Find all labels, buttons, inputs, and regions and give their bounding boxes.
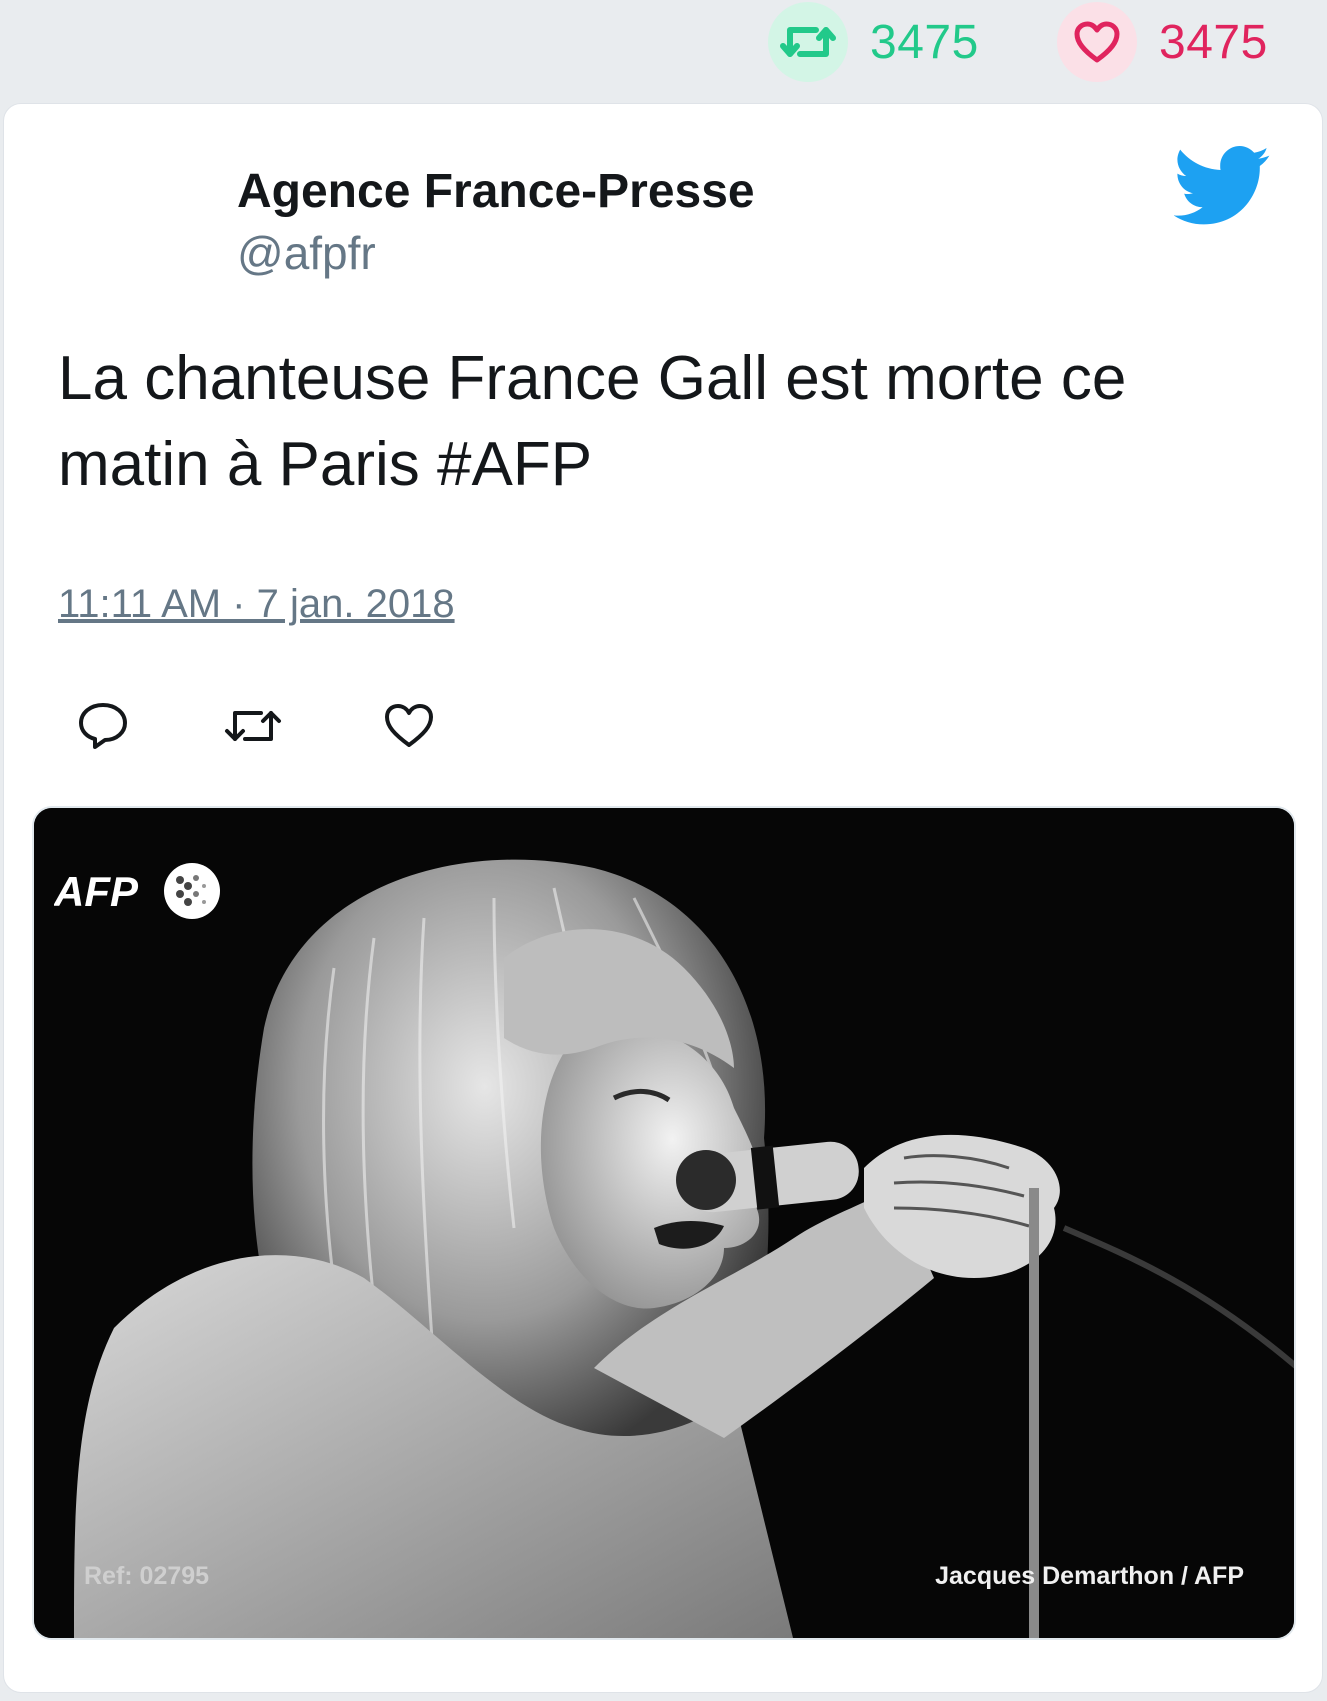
twitter-bird-icon[interactable] xyxy=(1174,146,1272,226)
afp-logo: AFP xyxy=(54,863,220,919)
like-stat[interactable]: 3475 xyxy=(1057,2,1268,82)
reply-icon[interactable] xyxy=(71,694,135,758)
tweet-photo[interactable]: AFP Ref: 02795 Jacques Demarthon / AFP xyxy=(32,806,1296,1640)
tweet-actions xyxy=(4,694,604,764)
photo-credit: Jacques Demarthon / AFP xyxy=(935,1562,1244,1590)
retweet-count: 3475 xyxy=(870,15,979,69)
author-handle[interactable]: @afpfr xyxy=(237,226,376,280)
author-name[interactable]: Agence France-Presse xyxy=(237,164,755,219)
retweet-icon[interactable] xyxy=(221,694,285,758)
tweet-timestamp[interactable]: 11:11 AM · 7 jan. 2018 xyxy=(58,582,455,627)
tweet-card: Agence France-Presse @afpfr La chanteuse… xyxy=(3,103,1323,1693)
avatar[interactable] xyxy=(60,164,170,274)
retweet-icon[interactable] xyxy=(768,2,848,82)
engagement-stats: 3475 3475 xyxy=(0,0,1327,92)
heart-icon[interactable] xyxy=(377,694,441,758)
tweet-text: La chanteuse France Gall est morte ce ma… xyxy=(58,344,1127,499)
photo-illustration xyxy=(34,808,1294,1638)
heart-icon[interactable] xyxy=(1057,2,1137,82)
photo-reference: Ref: 02795 xyxy=(84,1562,210,1590)
like-count: 3475 xyxy=(1159,15,1268,69)
retweet-stat[interactable]: 3475 xyxy=(768,2,979,82)
afp-logo-text: AFP xyxy=(54,868,139,915)
